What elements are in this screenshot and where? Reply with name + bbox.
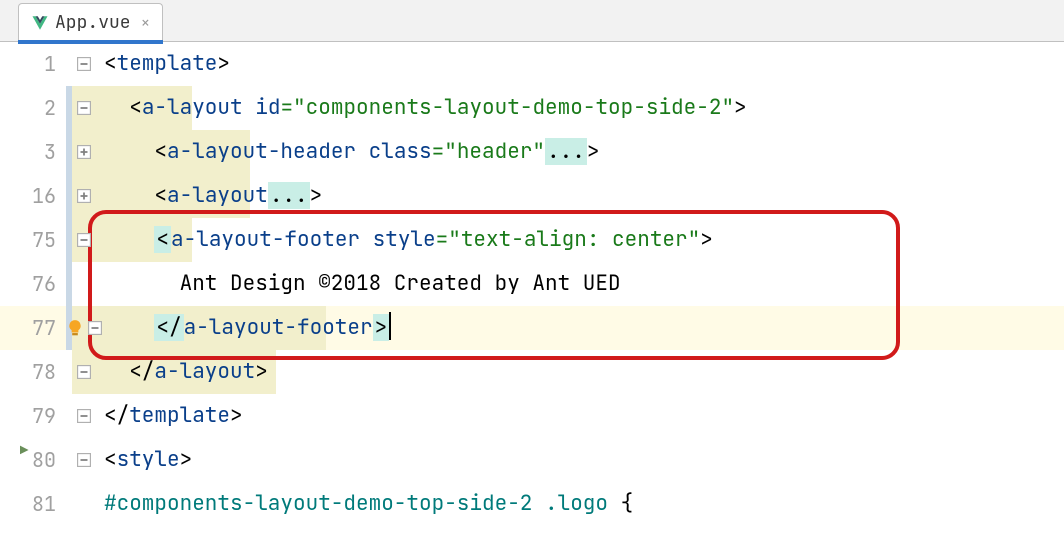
- line-number[interactable]: 79: [0, 394, 56, 438]
- fold-minus-icon[interactable]: [77, 365, 91, 379]
- text-caret: [389, 312, 391, 340]
- code-line[interactable]: <a-layout-footer style="text-align: cent…: [104, 218, 1064, 262]
- code-line[interactable]: <style>: [104, 438, 1064, 482]
- line-number[interactable]: 77: [0, 306, 56, 350]
- folded-placeholder[interactable]: ...: [268, 182, 310, 209]
- fold-plus-icon[interactable]: [77, 145, 91, 159]
- fold-minus-icon[interactable]: [88, 321, 102, 335]
- lightbulb-icon[interactable]: [66, 319, 84, 337]
- line-number[interactable]: 1: [0, 42, 56, 86]
- code-line[interactable]: <template>: [104, 42, 1064, 86]
- code-line[interactable]: Ant Design ©2018 Created by Ant UED: [104, 262, 1064, 306]
- code-line[interactable]: <a-layout...>: [104, 174, 1064, 218]
- code-line[interactable]: #components-layout-demo-top-side-2 .logo…: [104, 482, 1064, 526]
- run-marker-icon[interactable]: ▶: [20, 442, 28, 460]
- code-line[interactable]: <a-layout id="components-layout-demo-top…: [104, 86, 1064, 130]
- fold-minus-icon[interactable]: [77, 57, 91, 71]
- vue-icon: [31, 14, 49, 32]
- code-line[interactable]: <a-layout-header class="header"...>: [104, 130, 1064, 174]
- fold-minus-icon[interactable]: [77, 409, 91, 423]
- line-number[interactable]: 3: [0, 130, 56, 174]
- code-area[interactable]: <template> <a-layout id="components-layo…: [104, 42, 1064, 526]
- tab-filename: App.vue: [55, 11, 131, 34]
- code-editor[interactable]: 1 2 3 16 75 76 77 78 79 80 81 ▶ <templat…: [0, 42, 1064, 554]
- line-number[interactable]: 78: [0, 350, 56, 394]
- line-number[interactable]: 81: [0, 482, 56, 526]
- folded-placeholder[interactable]: ...: [545, 138, 587, 165]
- line-number[interactable]: 16: [0, 174, 56, 218]
- file-tab-appvue[interactable]: App.vue ×: [18, 3, 163, 41]
- line-number[interactable]: 75: [0, 218, 56, 262]
- gutter: 1 2 3 16 75 76 77 78 79 80 81: [0, 42, 64, 526]
- fold-minus-icon[interactable]: [77, 233, 91, 247]
- fold-minus-icon[interactable]: [77, 453, 91, 467]
- code-line[interactable]: </a-layout-footer>: [104, 306, 1064, 350]
- fold-plus-icon[interactable]: [77, 189, 91, 203]
- line-number[interactable]: 2: [0, 86, 56, 130]
- close-icon[interactable]: ×: [141, 12, 151, 33]
- code-line[interactable]: </template>: [104, 394, 1064, 438]
- fold-minus-icon[interactable]: [77, 101, 91, 115]
- code-line[interactable]: </a-layout>: [104, 350, 1064, 394]
- fold-column: [64, 42, 104, 526]
- line-number[interactable]: 76: [0, 262, 56, 306]
- tab-bar: App.vue ×: [0, 0, 1064, 42]
